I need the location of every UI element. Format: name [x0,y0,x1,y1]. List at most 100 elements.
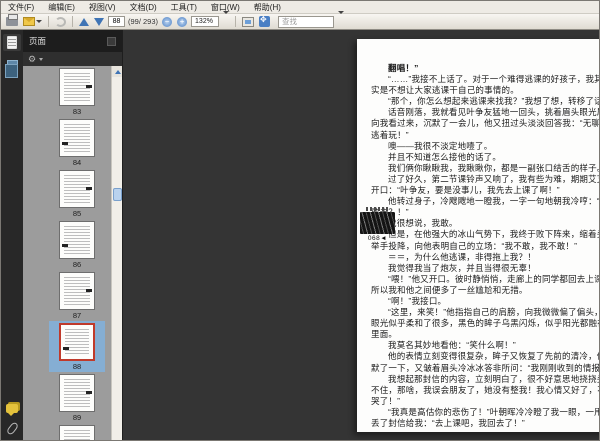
text-line: 他转过身子，冷飕飕地一瞪我，一字一句地朝我冷哼：“你 [388,196,599,207]
menu-item[interactable]: 文档(D) [123,1,164,14]
thumbnail-annotation-mark [62,244,68,247]
text-line: 实是不想让大家逃课干自己的事情的。 [371,85,519,96]
text-line: 向我看过来，沉默了一会儿，他又扭过头淡淡回答我：“无聊， [371,118,599,129]
page-count-label: (99/ 293) [128,17,159,26]
page-thumbnail[interactable]: 85 [49,168,105,219]
page-thumbnail[interactable]: 84 [49,117,105,168]
thumbnail-annotation-mark [63,347,69,350]
page-thumbnail[interactable]: 89 [49,372,105,423]
panel-options-row: ⚙ [23,52,122,66]
zoom-out-button[interactable]: − [161,15,173,29]
page-thumbnail[interactable]: 90 [49,423,105,440]
page-thumbnail[interactable]: 88 [49,321,105,372]
text-line: 哭了！” [371,395,401,406]
previous-page-button[interactable] [78,15,90,29]
comments-icon [6,404,18,416]
thumbnail-image [59,119,95,157]
toolbar: (99/ 293) − + 132% [1,11,599,30]
fit-width-button[interactable] [241,15,255,29]
text-line: “……”我接不上话了。对于一个难得逃课的好孩子，我其 [388,74,599,85]
scrollbar-thumb[interactable] [113,188,122,201]
gear-icon[interactable]: ⚙ [28,54,36,64]
tab-pages[interactable] [3,34,21,51]
tab-layers[interactable] [3,57,21,78]
text-line: 默了一下，又皱着眉头冷冰冰答非所问：“我刚刚收到的情报！” [371,362,599,373]
thumbnail-page-number: 86 [72,260,82,269]
email-icon [23,17,35,26]
menu-item[interactable]: 文件(F) [1,1,41,14]
pages-panel: 页面 ⚙ 83 84 85 86 87 88 89 [23,30,123,440]
text-line: 不住，那啥，我误会朋友了，她没有整我！我心情又好了，不想 [371,384,599,395]
text-line: 我莫名其妙地看他：“笑什么啊！” [388,340,516,351]
zoom-in-icon: + [177,16,188,27]
thumbnail-page-number: 83 [72,107,82,116]
text-line: 我很想说，我敢。 [388,218,458,229]
fit-page-button[interactable] [258,15,271,29]
thumbnail-text-lines [64,226,90,254]
text-line: 眼光似乎柔和了很多，黑色的眸子乌黑闪烁，似乎阳光都融在了 [371,318,599,329]
zoom-level-value[interactable]: 132% [191,16,220,27]
text-line: 翻唱！” [388,63,419,73]
email-button[interactable] [22,15,43,29]
zoom-in-button[interactable]: + [176,15,188,29]
previous-view-button[interactable] [54,15,67,29]
document-page: 翻唱！” “……”我接不上话了。对于一个难得逃课的好孩子，我其 实是不想让大家逃课干… [357,39,599,432]
text-line: 举手投降，向他表明自己的立场：“我不敢，我不敢！” [371,240,578,251]
menu-item[interactable]: 帮助(H) [247,1,288,14]
text-line: 但是，在他强大的冰山气势下，我终于败下阵来，缩着头， [388,229,599,240]
text-line: 并且不知道怎么接他的话了。 [388,151,502,162]
layers-icon [4,59,18,78]
panel-options-button[interactable] [107,36,116,46]
panel-header: 页面 [23,30,122,52]
find-dropdown-button[interactable] [337,11,345,29]
text-line: 逃着玩！” [371,129,409,140]
page-number-input[interactable] [108,16,125,27]
page-thumbnail[interactable]: 83 [49,66,105,117]
app-body: 页面 ⚙ 83 84 85 86 87 88 89 翻唱！” “……”我接不上话… [1,30,599,440]
thumbnail-image [59,170,95,208]
document-area[interactable]: 翻唱！” “……”我接不上话了。对于一个难得逃课的好孩子，我其 实是不想让大家逃课干… [123,30,599,440]
undo-arrow-icon [55,16,66,27]
page-thumbnail[interactable]: 87 [49,270,105,321]
paperclip-icon [5,421,19,436]
thumbnail-annotation-mark [86,391,92,394]
thumbnail-page-number: 84 [72,158,82,167]
navigation-tab-strip [1,30,23,440]
text-line: “我真是高估你的悲伤了！”叶朝晖冷冷瞪了我一眼，一甩手， [388,406,599,417]
menu-item[interactable]: 工具(T) [164,1,204,14]
find-input[interactable] [278,15,335,28]
sidebar-scrollbar[interactable] [111,66,122,440]
text-line: 丢了封信给我：“去上课吧，我回去了！” [371,418,525,428]
panel-title: 页面 [29,36,47,46]
text-line: 话音刚落，我就看见叶争友猛地一回头，挑着眉头眼光犀利 [388,107,599,118]
thumbnail-text-lines [64,124,90,152]
stamp-caption [366,207,389,211]
scroll-up-button[interactable] [112,66,122,77]
chevron-down-icon [39,57,44,61]
text-line: “这里，来笑！”他指指自己的肩膀，向我微微偏了偏头， [388,307,599,318]
next-page-button[interactable] [93,15,105,29]
thumbnail-text-lines [64,430,90,440]
thumbnail-page-number: 88 [72,362,82,371]
thumbnail-image [59,425,95,440]
page-thumbnail[interactable]: 86 [49,219,105,270]
thumbnail-text-lines [65,329,89,355]
print-button[interactable] [5,14,19,29]
tab-attachments[interactable] [3,421,21,440]
text-line: 敢去？！” [371,207,599,218]
thumbnail-area: 83 84 85 86 87 88 89 [23,66,122,440]
toolbar-separator [235,16,237,27]
tab-comments[interactable] [3,400,21,417]
thumbnail-image [59,221,95,259]
thumbnail-annotation-mark [86,187,92,190]
zoom-dropdown-button[interactable] [222,11,230,29]
thumbnail-page-number: 87 [72,311,82,320]
thumbnail-annotation-mark [62,142,68,145]
thumbnail-annotation-mark [86,85,92,88]
text-line: “那个，你怎么想起来逃课来找我？”我想了想，转移了话题。 [388,96,599,107]
thumbnail-page-number: 89 [72,413,82,422]
menu-item[interactable]: 编辑(E) [41,1,82,14]
text-line: ＝＝，为什么他逃课，非得拖上我？！ [388,251,536,262]
menu-item[interactable]: 视图(V) [82,1,123,14]
fit-width-icon [242,16,255,27]
